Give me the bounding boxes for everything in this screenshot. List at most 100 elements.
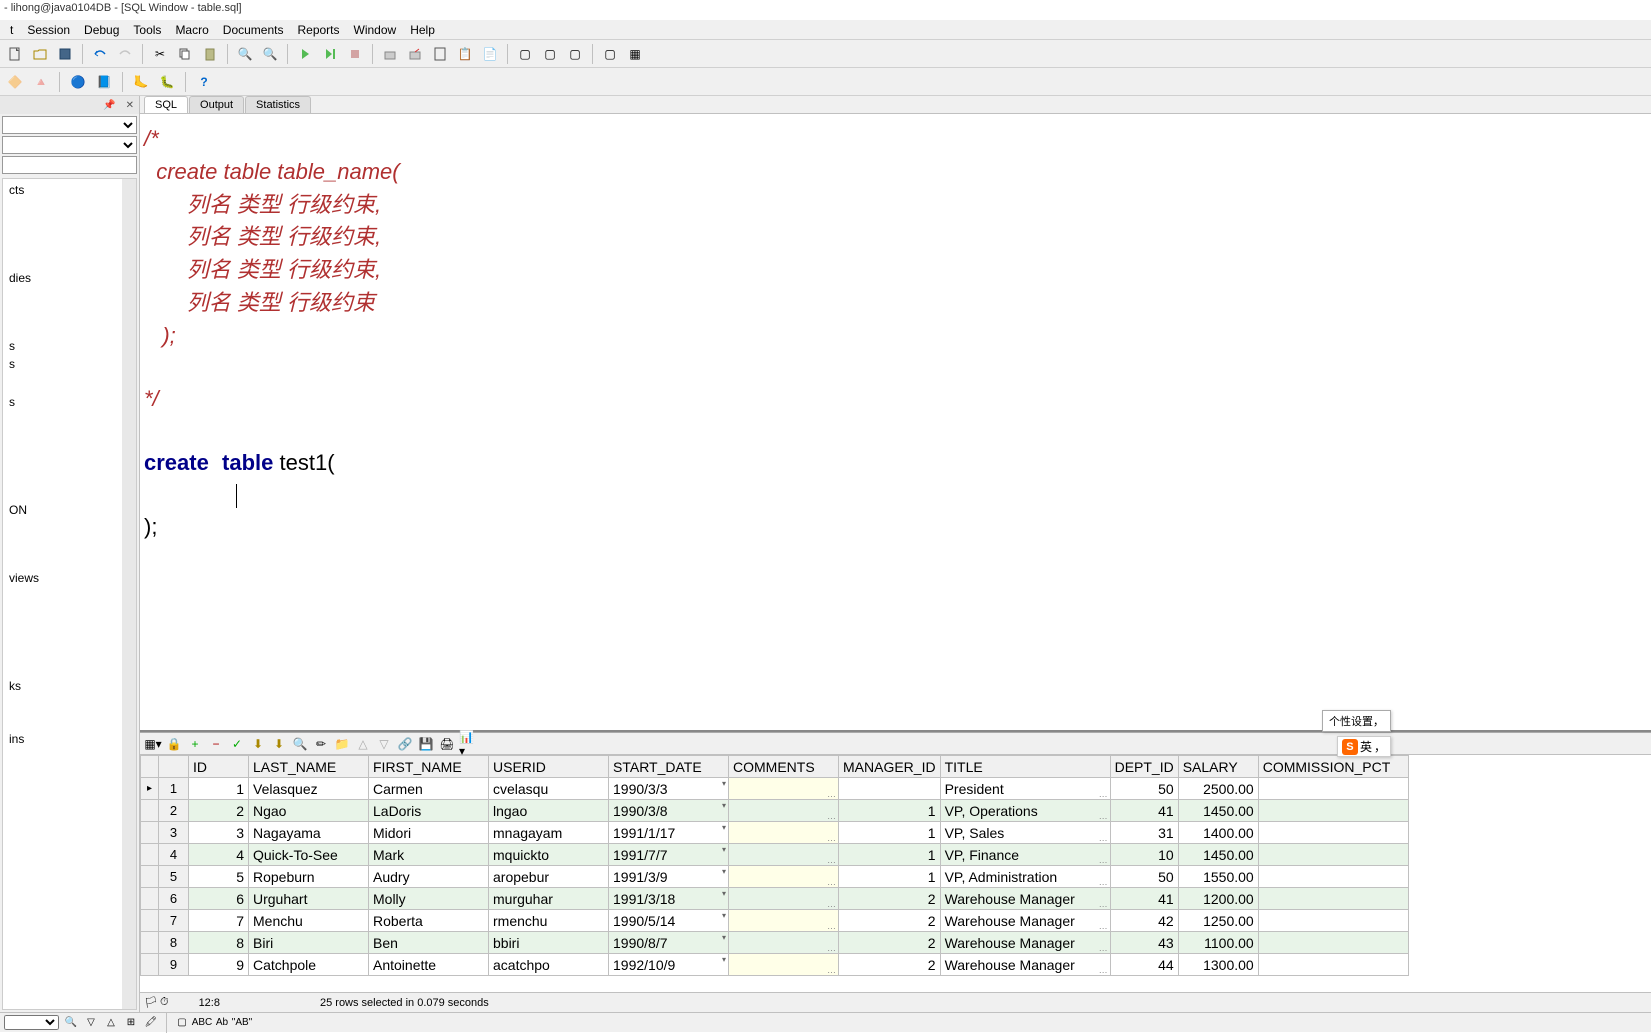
add-row-icon[interactable]: + bbox=[186, 735, 204, 753]
menu-tools[interactable]: Tools bbox=[127, 21, 167, 39]
window3-icon[interactable]: ▢ bbox=[564, 43, 586, 65]
menu-item-0[interactable]: t bbox=[4, 21, 19, 39]
table-row[interactable]: 22NgaoLaDorislngao1990/3/81VP, Operation… bbox=[141, 800, 1409, 822]
tool2-icon[interactable]: 📄 bbox=[479, 43, 501, 65]
menu-session[interactable]: Session bbox=[21, 21, 76, 39]
tool1-icon[interactable]: 📋 bbox=[454, 43, 476, 65]
find-down-icon[interactable]: ▽ bbox=[83, 1015, 99, 1031]
explain-icon[interactable] bbox=[429, 43, 451, 65]
table-row[interactable]: 66UrguhartMollymurguhar1991/3/182Warehou… bbox=[141, 888, 1409, 910]
data-grid-body[interactable]: IDLAST_NAMEFIRST_NAMEUSERIDSTART_DATECOM… bbox=[140, 755, 1651, 992]
refresh-icon[interactable]: 🔒 bbox=[165, 735, 183, 753]
find-next-icon[interactable]: 🔍 bbox=[63, 1015, 79, 1031]
grid-view-icon[interactable]: ▦▾ bbox=[144, 735, 162, 753]
sidebar-scrollbar[interactable] bbox=[122, 179, 136, 1009]
print-icon[interactable]: 🖨 bbox=[438, 735, 456, 753]
redo-icon[interactable] bbox=[114, 43, 136, 65]
sql-editor[interactable]: /* create table table_name( 列名 类型 行级约束, … bbox=[140, 114, 1651, 732]
link-icon[interactable]: 🔗 bbox=[396, 735, 414, 753]
tab-statistics[interactable]: Statistics bbox=[245, 96, 311, 113]
save-icon[interactable] bbox=[54, 43, 76, 65]
table-row[interactable]: 88BiriBenbbiri1990/8/72Warehouse Manager… bbox=[141, 932, 1409, 954]
menu-window[interactable]: Window bbox=[348, 21, 403, 39]
ime-indicator[interactable]: S 英 ， bbox=[1337, 736, 1391, 757]
tb2-icon4[interactable]: 📘 bbox=[93, 71, 115, 93]
table-row[interactable]: 77MenchuRobertarmenchu1990/5/142Warehous… bbox=[141, 910, 1409, 932]
table-row[interactable]: 44Quick-To-SeeMarkmquickto1991/7/71VP, F… bbox=[141, 844, 1409, 866]
window1-icon[interactable]: ▢ bbox=[514, 43, 536, 65]
tree-item[interactable]: s bbox=[5, 355, 134, 373]
tab-sql[interactable]: SQL bbox=[144, 96, 188, 113]
table-row[interactable]: 33NagayamaMidorimnagayam1991/1/171VP, Sa… bbox=[141, 822, 1409, 844]
window2-icon[interactable]: ▢ bbox=[539, 43, 561, 65]
word-icon[interactable]: "AB" bbox=[234, 1015, 250, 1031]
schema-select[interactable] bbox=[2, 116, 137, 134]
column-header[interactable]: COMMISSION_PCT bbox=[1258, 756, 1408, 778]
new-icon[interactable] bbox=[4, 43, 26, 65]
highlight-icon[interactable]: 🖍 bbox=[143, 1015, 159, 1031]
column-header[interactable]: FIRST_NAME bbox=[369, 756, 489, 778]
commit-icon[interactable] bbox=[379, 43, 401, 65]
copy-icon[interactable] bbox=[174, 43, 196, 65]
table-row[interactable]: 55RopeburnAudryaropebur1991/3/91VP, Admi… bbox=[141, 866, 1409, 888]
execute-icon[interactable] bbox=[294, 43, 316, 65]
column-header[interactable] bbox=[159, 756, 189, 778]
column-header[interactable]: START_DATE bbox=[609, 756, 729, 778]
up-icon[interactable]: △ bbox=[354, 735, 372, 753]
paste-icon[interactable] bbox=[199, 43, 221, 65]
open-icon[interactable] bbox=[29, 43, 51, 65]
delete-row-icon[interactable]: − bbox=[207, 735, 225, 753]
rollback-icon[interactable] bbox=[404, 43, 426, 65]
disk-icon[interactable]: 💾 bbox=[417, 735, 435, 753]
column-header[interactable]: MANAGER_ID bbox=[839, 756, 941, 778]
search-input[interactable] bbox=[2, 156, 137, 174]
filter-select[interactable] bbox=[2, 136, 137, 154]
find-all-icon[interactable]: ⊞ bbox=[123, 1015, 139, 1031]
column-header[interactable] bbox=[141, 756, 159, 778]
tree-item[interactable]: s bbox=[5, 393, 134, 411]
case-icon[interactable]: Ab bbox=[214, 1015, 230, 1031]
fetch-all-icon[interactable]: ⬇ bbox=[270, 735, 288, 753]
fetch-icon[interactable]: ⬇ bbox=[249, 735, 267, 753]
menu-debug[interactable]: Debug bbox=[78, 21, 125, 39]
undo-icon[interactable] bbox=[89, 43, 111, 65]
find-icon[interactable]: 🔍 bbox=[234, 43, 256, 65]
tree-item[interactable]: views bbox=[5, 569, 134, 587]
column-header[interactable]: LAST_NAME bbox=[249, 756, 369, 778]
column-header[interactable]: SALARY bbox=[1178, 756, 1258, 778]
object-tree[interactable]: cts dies s s s ON views ks ins bbox=[2, 178, 137, 1010]
find-select[interactable] bbox=[4, 1015, 59, 1030]
tree-item[interactable]: cts bbox=[5, 181, 134, 199]
edit-icon[interactable]: ✏ bbox=[312, 735, 330, 753]
window4-icon[interactable]: ▢ bbox=[599, 43, 621, 65]
tree-item[interactable]: dies bbox=[5, 269, 134, 287]
execute-step-icon[interactable] bbox=[319, 43, 341, 65]
column-header[interactable]: DEPT_ID bbox=[1110, 756, 1178, 778]
chart-icon[interactable]: 📊▾ bbox=[459, 735, 477, 753]
window5-icon[interactable]: ▦ bbox=[624, 43, 646, 65]
menu-documents[interactable]: Documents bbox=[217, 21, 290, 39]
replace-icon[interactable]: 🔍 bbox=[259, 43, 281, 65]
menu-macro[interactable]: Macro bbox=[169, 21, 214, 39]
column-header[interactable]: COMMENTS bbox=[729, 756, 839, 778]
menu-help[interactable]: Help bbox=[404, 21, 441, 39]
tree-item[interactable]: ON bbox=[5, 501, 134, 519]
abc-icon[interactable]: ABC bbox=[194, 1015, 210, 1031]
find-up-icon[interactable]: △ bbox=[103, 1015, 119, 1031]
help-icon[interactable]: ? bbox=[193, 71, 215, 93]
find-grid-icon[interactable]: 🔍 bbox=[291, 735, 309, 753]
regex-icon[interactable]: ▢ bbox=[174, 1015, 190, 1031]
tb2-icon3[interactable]: 🔵 bbox=[67, 71, 89, 93]
menu-reports[interactable]: Reports bbox=[291, 21, 345, 39]
table-row[interactable]: ▸11VelasquezCarmencvelasqu1990/3/3Presid… bbox=[141, 778, 1409, 800]
tree-item[interactable]: s bbox=[5, 337, 134, 355]
tab-output[interactable]: Output bbox=[189, 96, 244, 113]
stop-icon[interactable] bbox=[344, 43, 366, 65]
tb2-icon1[interactable]: 🔶 bbox=[4, 71, 26, 93]
table-row[interactable]: 99CatchpoleAntoinetteacatchpo1992/10/92W… bbox=[141, 954, 1409, 976]
pin-icon[interactable]: 📌 bbox=[100, 100, 118, 111]
column-header[interactable]: ID bbox=[189, 756, 249, 778]
tree-item[interactable]: ins bbox=[5, 730, 134, 748]
tb2-icon6[interactable]: 🐛 bbox=[156, 71, 178, 93]
column-header[interactable]: USERID bbox=[489, 756, 609, 778]
